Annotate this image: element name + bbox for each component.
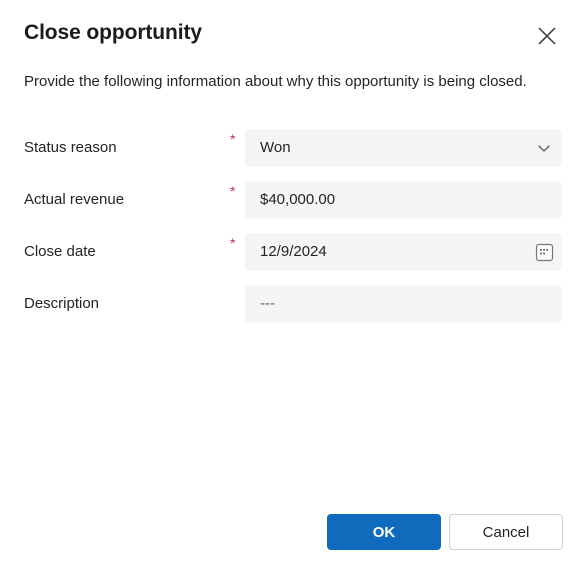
close-dialog-button[interactable] [531,20,563,52]
calendar-icon[interactable] [526,233,562,271]
actual-revenue-value: $40,000.00 [260,191,336,208]
dialog-header: Close opportunity [24,18,563,54]
label-close-date: Close date [24,243,96,260]
dialog-subtitle: Provide the following information about … [24,73,527,90]
form-row-actual-revenue: Actual revenue * $40,000.00 [0,181,587,219]
form-row-status-reason: Status reason * Won [0,129,587,167]
required-indicator-status-reason: * [230,131,236,147]
required-indicator-close-date: * [230,235,236,251]
required-indicator-actual-revenue: * [230,183,236,199]
form-row-close-date: Close date * 12/9/2024 [0,233,587,271]
page-title: Close opportunity [24,21,202,44]
actual-revenue-input[interactable]: $40,000.00 [245,181,562,219]
description-input[interactable]: --- [245,285,562,323]
dialog-footer: OK Cancel [0,514,563,550]
close-date-value: 12/9/2024 [260,243,327,260]
description-value: --- [260,295,275,312]
close-opportunity-dialog: Close opportunity Provide the following … [0,0,587,570]
label-description: Description [24,295,100,312]
status-reason-value: Won [260,139,291,156]
label-actual-revenue: Actual revenue [24,191,125,208]
close-icon [537,26,557,46]
ok-button[interactable]: OK [327,514,441,550]
close-date-input[interactable]: 12/9/2024 [245,233,562,271]
chevron-down-icon[interactable] [526,129,562,167]
label-status-reason: Status reason [24,139,117,156]
close-opportunity-form: Status reason * Won Actual revenue * $40… [0,129,587,337]
form-row-description: Description --- [0,285,587,323]
cancel-button[interactable]: Cancel [449,514,563,550]
status-reason-dropdown[interactable]: Won [245,129,562,167]
